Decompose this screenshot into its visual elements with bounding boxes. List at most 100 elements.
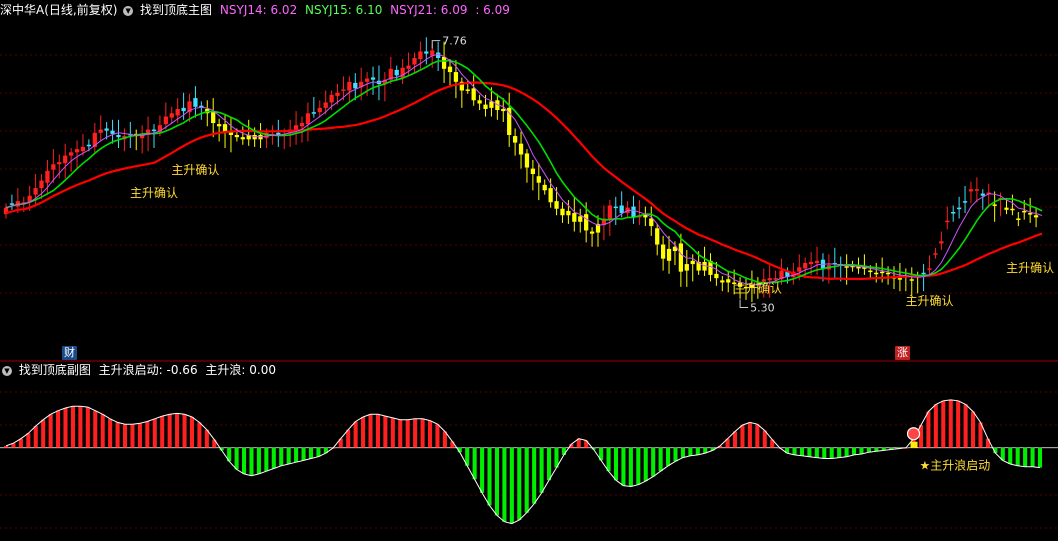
wave-bar xyxy=(509,447,514,524)
candle-body xyxy=(649,218,654,227)
candle-body xyxy=(767,278,772,281)
wave-bar xyxy=(822,447,827,459)
candle-body xyxy=(9,203,15,205)
candle-body xyxy=(560,208,565,216)
candle-body xyxy=(477,100,482,104)
wave-bar xyxy=(108,418,113,448)
candle-body xyxy=(956,207,962,210)
candle-body xyxy=(803,262,808,269)
candle-body xyxy=(424,51,429,54)
candle-body xyxy=(317,107,322,113)
candle-body xyxy=(666,248,672,261)
wave-bar xyxy=(859,447,864,455)
wave-bar xyxy=(167,414,172,448)
wave-bar xyxy=(658,447,663,472)
candle-body xyxy=(572,213,577,222)
wave-bar xyxy=(480,447,485,493)
wave-bar xyxy=(539,447,544,493)
candle-body xyxy=(684,264,689,271)
candle-body xyxy=(720,280,725,283)
candle-body xyxy=(418,51,423,60)
candle-body xyxy=(584,214,589,231)
candle-body xyxy=(240,137,245,140)
candle-body xyxy=(797,267,802,272)
candle-body xyxy=(74,149,80,153)
candle-body xyxy=(406,65,411,69)
candle-body xyxy=(483,104,488,109)
wave-bar xyxy=(26,433,31,448)
candle-body xyxy=(51,164,56,170)
candle-body xyxy=(222,124,228,132)
wave-bar xyxy=(182,414,187,448)
wave-bar xyxy=(361,417,366,448)
wave-bar xyxy=(264,447,269,472)
launch-label: ★主升浪启动 xyxy=(920,458,991,473)
candle-body xyxy=(808,261,814,265)
wave-bar xyxy=(1023,447,1028,467)
candle-body xyxy=(631,206,636,218)
candle-body xyxy=(974,189,980,191)
wave-bar xyxy=(956,400,961,448)
candle-body xyxy=(968,189,974,192)
low-label: 5.30 xyxy=(750,301,775,314)
candle-body xyxy=(447,66,453,73)
wave-bar xyxy=(175,413,180,448)
wave-bar xyxy=(628,447,633,487)
wave-bar xyxy=(130,424,135,448)
ma-red-line xyxy=(5,81,1043,281)
stock-chart[interactable]: 7.765.30主升确认主升确认主升确认主升确认主升确认 ★主升浪启动 xyxy=(0,0,1058,541)
launch-bar xyxy=(910,441,918,448)
candle-body xyxy=(1022,210,1027,213)
wave-bar xyxy=(145,421,150,448)
wave-bar xyxy=(643,447,648,482)
wave-bar xyxy=(613,447,619,481)
candle-body xyxy=(299,123,305,127)
wave-bar xyxy=(115,422,120,448)
wave-bar xyxy=(688,447,693,456)
wave-bar xyxy=(807,447,812,457)
candle-body xyxy=(181,107,186,112)
candle-body xyxy=(542,184,547,191)
wave-bar xyxy=(948,399,953,448)
wave-bar xyxy=(673,447,678,462)
candle-body xyxy=(921,272,926,275)
candle-body xyxy=(1028,213,1033,215)
candle-body xyxy=(607,205,612,220)
wave-bar xyxy=(375,414,380,448)
wave-bar xyxy=(78,406,83,448)
candle-body xyxy=(394,69,399,76)
candle-body xyxy=(341,89,346,91)
wave-bar xyxy=(279,447,284,466)
candle-body xyxy=(1016,218,1021,221)
confirm-annotation: 主升确认 xyxy=(1006,261,1054,275)
candle-body xyxy=(211,111,216,124)
candle-body xyxy=(175,108,180,116)
candle-body xyxy=(163,116,168,125)
wave-bar xyxy=(301,447,306,461)
wave-bar xyxy=(532,447,537,504)
candle-body xyxy=(885,272,891,275)
wave-bar xyxy=(971,411,976,448)
wave-bar xyxy=(405,419,410,448)
candle-body xyxy=(933,253,938,255)
candle-body xyxy=(305,113,311,125)
candle-body xyxy=(1010,208,1015,211)
wave-bar xyxy=(41,419,46,448)
candle-body xyxy=(814,260,820,263)
candle-body xyxy=(110,130,115,134)
confirm-annotation: 主升确认 xyxy=(171,163,219,177)
candle-body xyxy=(364,78,370,82)
confirm-annotation: 主升确认 xyxy=(906,294,954,308)
candle-body xyxy=(293,125,299,130)
candle-body xyxy=(548,188,553,203)
wave-bar xyxy=(621,447,626,486)
wave-bar xyxy=(933,404,938,448)
wave-bar xyxy=(636,447,641,485)
wave-bar xyxy=(93,410,98,448)
candle-body xyxy=(589,231,595,234)
candle-body xyxy=(909,279,914,281)
wave-bar xyxy=(651,447,656,477)
wave-bar xyxy=(70,406,75,448)
wave-bar xyxy=(100,414,105,448)
wave-bar xyxy=(755,424,760,448)
